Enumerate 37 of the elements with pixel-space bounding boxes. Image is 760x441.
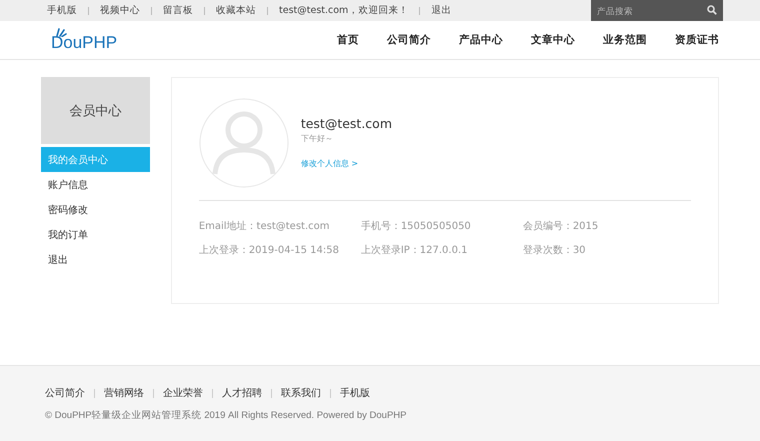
rays-icon: [55, 27, 67, 37]
info-field: 上次登录IP：127.0.0.1: [360, 243, 523, 257]
info-field: 会员编号：2015: [522, 219, 691, 233]
search-field[interactable]: 产品搜索: [591, 0, 723, 21]
nav-link[interactable]: 产品中心: [459, 33, 503, 47]
top-link[interactable]: 视频中心: [100, 4, 140, 17]
sidebar-item[interactable]: 退出: [41, 247, 150, 272]
top-link[interactable]: 退出: [431, 4, 452, 17]
info-field: 上次登录：2019-04-15 14:58: [198, 243, 361, 257]
footer-link[interactable]: 营销网络: [104, 386, 144, 400]
copyright: © DouPHP轻量级企业网站管理系统 2019 All Rights Reserved. Powered by DouPHP: [45, 409, 408, 422]
info-field: 登录次数：30: [522, 243, 691, 257]
footer-link[interactable]: 手机版: [340, 386, 370, 400]
sidebar-title: 会员中心: [41, 77, 150, 144]
top-link[interactable]: 收藏本站: [216, 4, 256, 17]
info-field: Email地址：test@test.com: [198, 219, 361, 233]
sidebar-item[interactable]: 我的订单: [41, 222, 150, 247]
info-field: 手机号：15050505050: [360, 219, 523, 233]
top-link[interactable]: test@test.com，欢迎回来！: [279, 4, 408, 17]
footer-link[interactable]: 企业荣誉: [163, 386, 203, 400]
nav-link[interactable]: 业务范围: [603, 33, 647, 47]
user-name: test@test.com: [300, 116, 392, 131]
nav-link[interactable]: 文章中心: [531, 33, 575, 47]
footer-link[interactable]: 人才招聘: [222, 386, 262, 400]
footer-link[interactable]: 联系我们: [281, 386, 321, 400]
nav-link[interactable]: 资质证书: [675, 33, 719, 47]
greeting: 下午好～: [300, 133, 334, 144]
logo[interactable]: DouPHP: [51, 27, 118, 53]
search-icon[interactable]: [707, 5, 717, 15]
nav-link[interactable]: 公司简介: [387, 33, 431, 47]
sidebar-item[interactable]: 账户信息: [41, 172, 150, 197]
top-link[interactable]: 手机版: [47, 4, 77, 17]
nav-link[interactable]: 首页: [337, 33, 359, 47]
sidebar-item[interactable]: 密码修改: [41, 197, 150, 222]
top-link[interactable]: 留言板: [163, 4, 193, 17]
avatar-icon: [198, 98, 289, 188]
footer-link[interactable]: 公司简介: [45, 386, 85, 400]
